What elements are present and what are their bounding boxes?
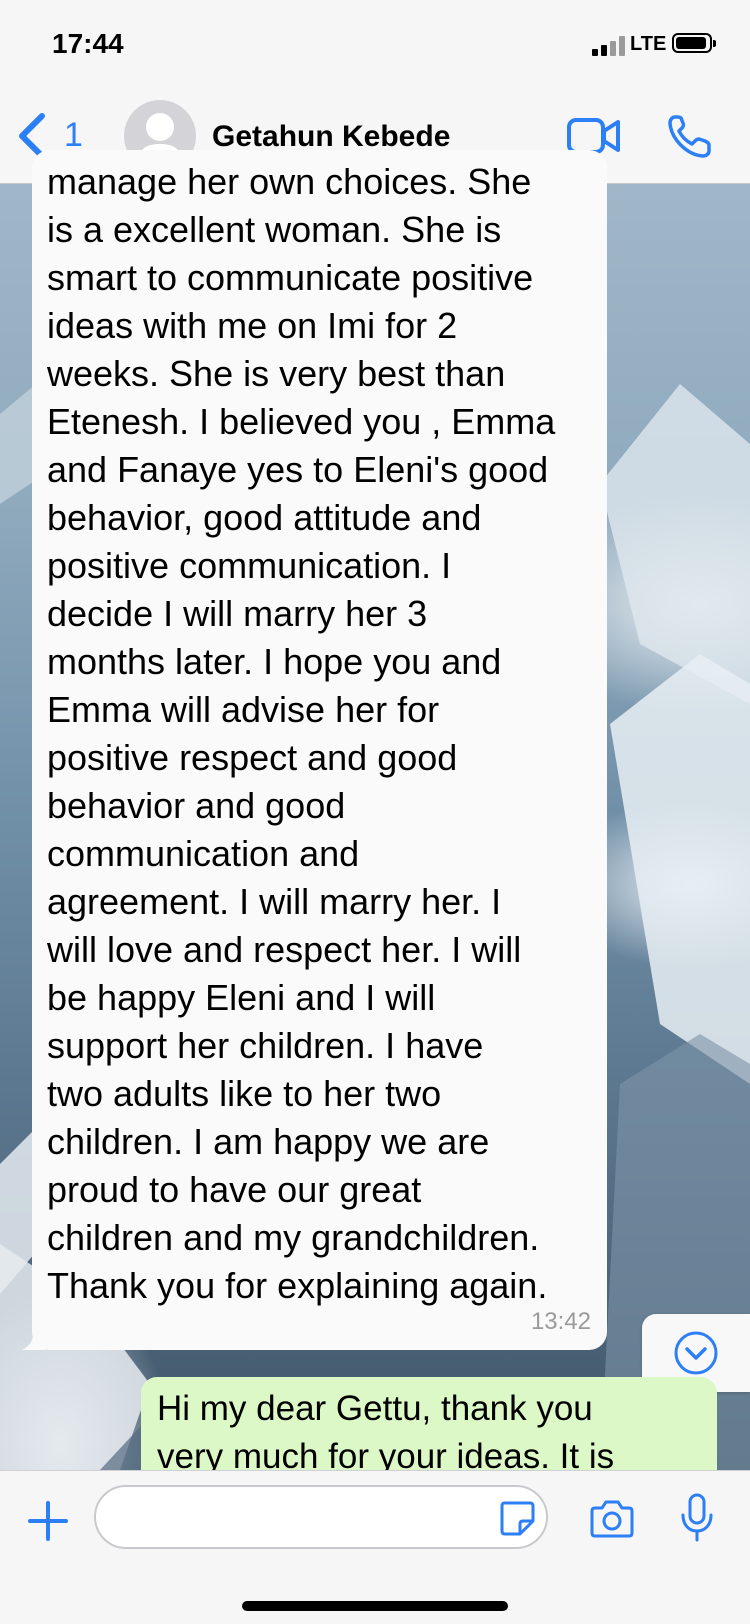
voice-call-button[interactable] (666, 112, 714, 160)
status-time: 17:44 (52, 28, 124, 59)
plus-icon (28, 1501, 68, 1541)
incoming-message-bubble[interactable]: manage her own choices. She is a excelle… (22, 150, 607, 1350)
message-timestamp: 13:42 (530, 1308, 591, 1335)
sticker-icon (500, 1501, 535, 1536)
message-input-bar (0, 1470, 750, 1624)
home-indicator[interactable] (242, 1601, 508, 1611)
camera-icon (590, 1500, 634, 1538)
microphone-button[interactable] (680, 1493, 714, 1543)
chevron-down-circle-icon (674, 1331, 718, 1375)
battery-icon (672, 33, 716, 53)
contact-name[interactable]: Getahun Kebede (212, 120, 450, 154)
microphone-icon (681, 1493, 713, 1542)
signal-strength-icon (592, 36, 626, 56)
status-bar: 17:44 LTE (0, 0, 750, 90)
bubble-tail-icon (22, 1328, 46, 1350)
phone-icon (668, 115, 711, 158)
sticker-button[interactable] (498, 1499, 536, 1537)
attach-button[interactable] (26, 1499, 70, 1543)
message-input[interactable] (94, 1485, 548, 1549)
message-text: Hi my dear Gettu, thank you very much fo… (157, 1389, 615, 1476)
network-type: LTE (630, 33, 667, 55)
camera-button[interactable] (588, 1499, 636, 1539)
message-text: manage her own choices. She is a excelle… (47, 161, 556, 1306)
